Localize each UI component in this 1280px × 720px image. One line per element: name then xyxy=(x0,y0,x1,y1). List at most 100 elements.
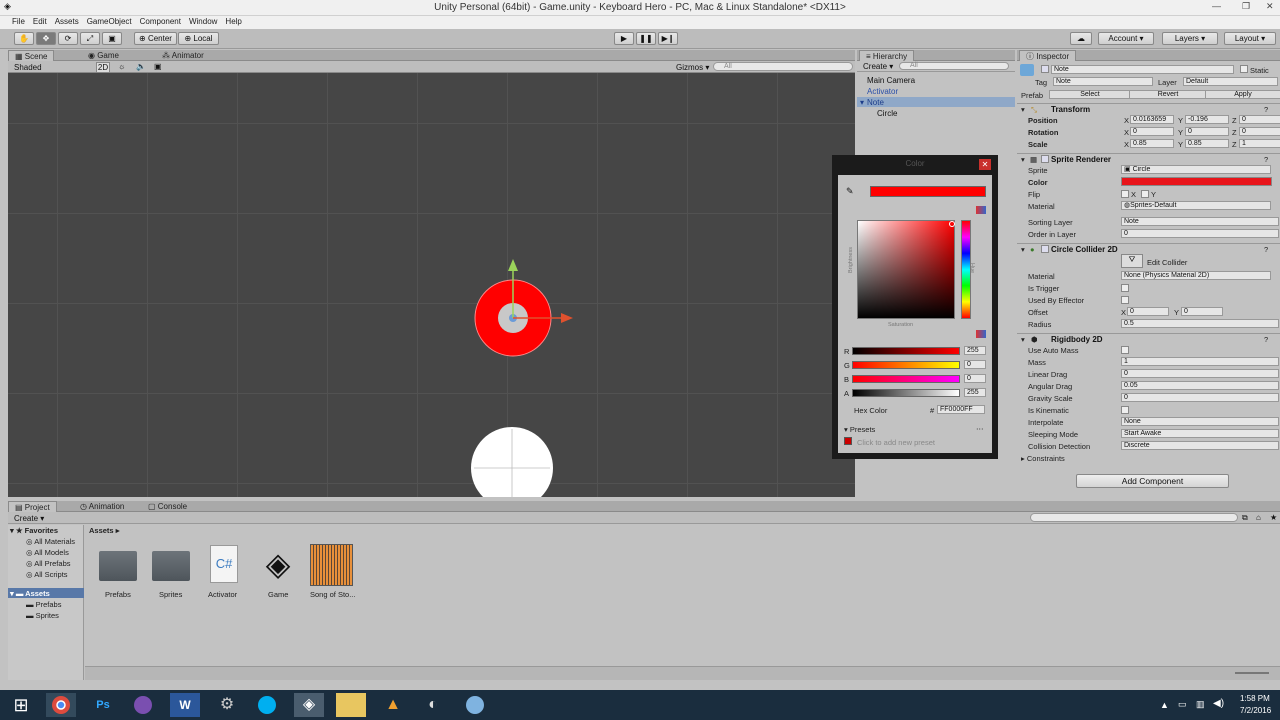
hand-tool-icon[interactable]: ✋ xyxy=(14,32,34,45)
chrome-icon[interactable] xyxy=(46,693,76,717)
add-component-button[interactable]: Add Component xyxy=(1076,474,1229,488)
g-slider[interactable] xyxy=(852,361,960,369)
position-x-input[interactable]: 0.0163659 xyxy=(1130,115,1174,124)
sv-cursor[interactable] xyxy=(949,221,955,227)
color-picker-close-button[interactable]: ✕ xyxy=(979,159,991,170)
unity-taskbar-icon[interactable]: ◈ xyxy=(294,693,324,717)
gravity-scale-input[interactable]: 0 xyxy=(1121,393,1279,402)
tag-dropdown[interactable]: Note xyxy=(1053,77,1153,86)
assets-section-selected[interactable]: ▾ ▬ Assets xyxy=(8,588,84,598)
used-by-effector-checkbox[interactable] xyxy=(1121,296,1129,304)
fav-all-models[interactable]: ◎ All Models xyxy=(26,548,69,557)
hierarchy-search-input[interactable]: All xyxy=(899,62,1009,70)
filter-type-icon[interactable]: ⧉ xyxy=(1242,513,1248,523)
interpolate-dropdown[interactable]: None xyxy=(1121,417,1279,426)
cloud-icon[interactable]: ☁ xyxy=(1070,32,1092,45)
linear-drag-input[interactable]: 0 xyxy=(1121,369,1279,378)
tray-arrow-icon[interactable]: ▲ xyxy=(1160,700,1169,710)
close-icon[interactable]: ✕ xyxy=(1266,1,1274,12)
tab-animator[interactable]: ⁂ Animator xyxy=(156,50,210,61)
is-kinematic-checkbox[interactable] xyxy=(1121,406,1129,414)
tab-inspector[interactable]: ⓘ Inspector xyxy=(1019,50,1077,61)
edit-collider-button[interactable]: ⛛ xyxy=(1121,254,1143,268)
play-button[interactable]: ▶ xyxy=(614,32,634,45)
tab-game[interactable]: ◉ Game xyxy=(82,50,125,61)
assets-breadcrumb[interactable]: Assets ▸ xyxy=(89,526,119,535)
radius-input[interactable]: 0.5 xyxy=(1121,319,1279,328)
hierarchy-item-main-camera[interactable]: Main Camera xyxy=(867,76,915,85)
is-trigger-checkbox[interactable] xyxy=(1121,284,1129,292)
audio-clip-icon[interactable] xyxy=(310,544,353,586)
help-icon[interactable]: ? xyxy=(1264,245,1268,254)
asset-sprites[interactable]: Sprites xyxy=(159,590,182,599)
file-explorer-icon[interactable] xyxy=(336,693,366,717)
move-tool-icon[interactable]: ✥ xyxy=(36,32,56,45)
skype-icon[interactable] xyxy=(252,693,282,717)
tree-folder-prefabs[interactable]: ▬ Prefabs xyxy=(26,600,61,609)
static-checkbox[interactable] xyxy=(1240,65,1248,73)
maximize-icon[interactable]: ❐ xyxy=(1242,1,1250,12)
layer-dropdown[interactable]: Default xyxy=(1183,77,1278,86)
photoshop-icon[interactable]: Ps xyxy=(88,693,118,717)
gizmos-dropdown[interactable]: Gizmos ▾ xyxy=(676,63,709,72)
pause-button[interactable]: ❚❚ xyxy=(636,32,656,45)
constraints-foldout[interactable]: ▸ Constraints xyxy=(1021,454,1065,463)
offset-x-input[interactable]: 0 xyxy=(1127,307,1169,316)
rigidbody-header[interactable]: ▾ ⬢ Rigidbody 2D ? xyxy=(1017,333,1280,344)
tab-scene[interactable]: ▦ Scene xyxy=(8,50,55,61)
steam-icon[interactable]: ⚙ xyxy=(212,693,242,717)
obs-icon[interactable]: ◐ xyxy=(418,693,448,717)
hierarchy-item-circle[interactable]: Circle xyxy=(877,109,897,118)
transform-header[interactable]: ▾ ⤡ Transform ? xyxy=(1017,103,1280,114)
b-input[interactable]: 0 xyxy=(964,374,986,383)
project-search-input[interactable] xyxy=(1030,513,1238,522)
menu-edit[interactable]: Edit xyxy=(29,16,51,27)
object-name-input[interactable]: Note xyxy=(1051,65,1234,74)
mass-input[interactable]: 1 xyxy=(1121,357,1279,366)
2d-toggle[interactable]: 2D xyxy=(96,62,110,73)
b-slider[interactable] xyxy=(852,375,960,383)
layout-dropdown[interactable]: Layout ▾ xyxy=(1224,32,1276,45)
tab-animation[interactable]: ◷ Animation xyxy=(74,501,130,512)
fav-all-scripts[interactable]: ◎ All Scripts xyxy=(26,570,68,579)
lighting-toggle-icon[interactable]: ☼ xyxy=(118,62,125,71)
rotation-x-input[interactable]: 0 xyxy=(1130,127,1174,136)
windows-start-icon[interactable]: ⊞ xyxy=(6,693,36,717)
prefab-select-button[interactable]: Select xyxy=(1049,90,1131,99)
favorites-section[interactable]: ▾ ★ Favorites xyxy=(10,526,58,535)
minimize-icon[interactable]: — xyxy=(1212,1,1221,11)
menu-help[interactable]: Help xyxy=(221,16,245,27)
audio-toggle-icon[interactable]: 🔈 xyxy=(136,62,146,71)
unity-scene-icon[interactable]: ◈ xyxy=(259,545,297,583)
folder-icon[interactable] xyxy=(99,551,137,581)
csharp-script-icon[interactable]: C# xyxy=(210,545,238,583)
filter-label-icon[interactable]: ⌂ xyxy=(1256,513,1261,522)
eyedropper-icon[interactable]: ✎ xyxy=(846,186,854,197)
menu-assets[interactable]: Assets xyxy=(51,16,83,27)
fav-all-materials[interactable]: ◎ All Materials xyxy=(26,537,75,546)
rotation-y-input[interactable]: 0 xyxy=(1185,127,1229,136)
clock-time[interactable]: 1:58 PM xyxy=(1240,694,1270,703)
word-icon[interactable]: W xyxy=(170,693,200,717)
layers-dropdown[interactable]: Layers ▾ xyxy=(1162,32,1218,45)
use-auto-mass-checkbox[interactable] xyxy=(1121,346,1129,354)
network-icon[interactable]: ▥ xyxy=(1196,699,1205,710)
presets-menu-icon[interactable]: ⋯ xyxy=(976,424,984,433)
rgb-mode-icon[interactable] xyxy=(976,330,986,338)
asset-prefabs[interactable]: Prefabs xyxy=(105,590,131,599)
active-checkbox[interactable] xyxy=(1041,65,1049,73)
shading-mode-dropdown[interactable]: Shaded xyxy=(14,63,42,72)
pivot-center-button[interactable]: ⊕ Center xyxy=(134,32,177,45)
volume-icon[interactable]: ◀) xyxy=(1213,698,1224,709)
hex-input[interactable]: FF0000FF xyxy=(937,405,985,414)
pivot-local-button[interactable]: ⊕ Local xyxy=(178,32,219,45)
icon-size-slider[interactable] xyxy=(1235,672,1269,674)
fav-all-prefabs[interactable]: ◎ All Prefabs xyxy=(26,559,71,568)
offset-y-input[interactable]: 0 xyxy=(1181,307,1223,316)
menu-file[interactable]: File xyxy=(8,16,29,27)
project-create-button[interactable]: Create ▾ xyxy=(14,514,44,523)
scale-y-input[interactable]: 0.85 xyxy=(1185,139,1229,148)
a-slider[interactable] xyxy=(852,389,960,397)
sprite-renderer-header[interactable]: ▾ ▦ Sprite Renderer ? xyxy=(1017,153,1280,164)
slider-mode-icon[interactable] xyxy=(976,206,986,214)
